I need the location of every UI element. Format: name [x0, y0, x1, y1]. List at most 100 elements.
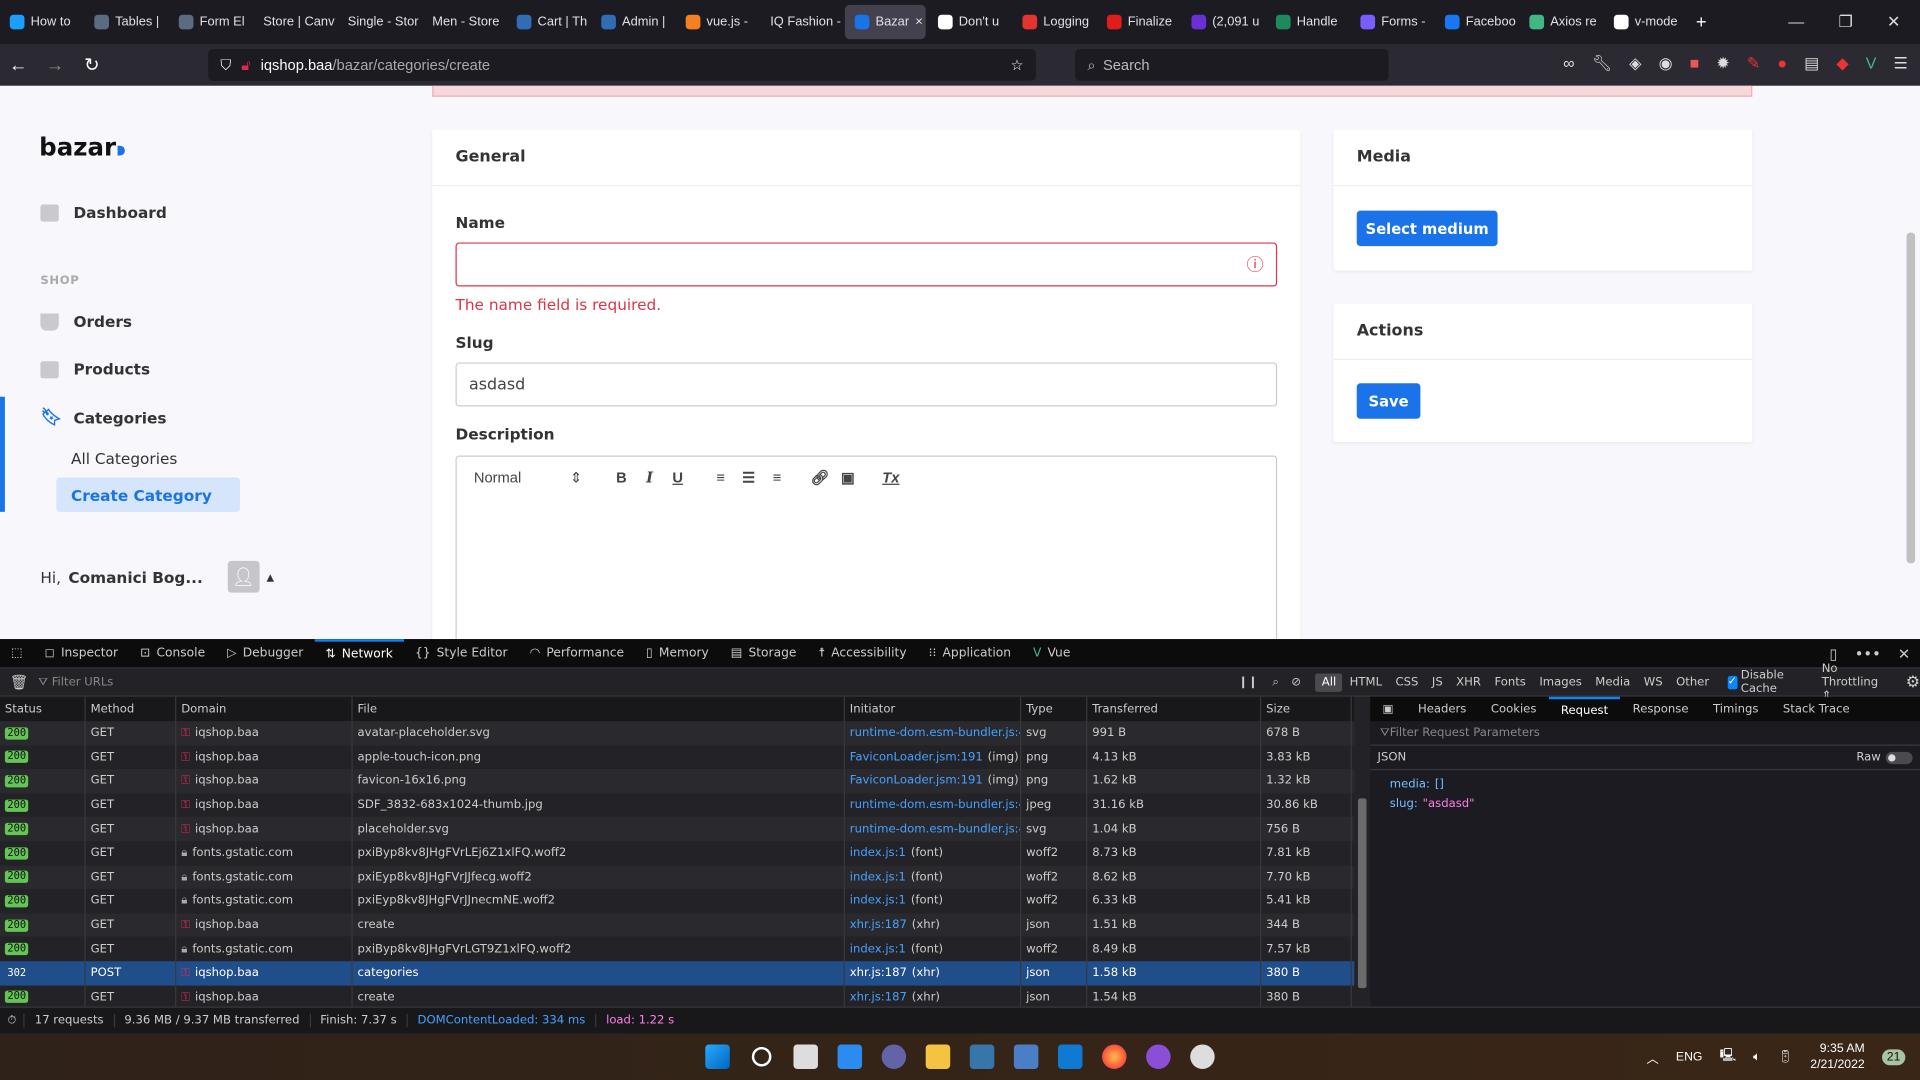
battery-icon[interactable]: 🔋︎ — [1778, 1050, 1794, 1063]
details-tab-response[interactable]: Response — [1620, 697, 1700, 721]
firefox-icon[interactable] — [1102, 1044, 1127, 1069]
devtools-tab-accessibility[interactable]: ☨ Accessibility — [807, 639, 917, 668]
github-desktop-icon[interactable] — [1146, 1044, 1171, 1069]
table-row[interactable]: 200 GET ⚿ iqshop.baa avatar-placeholder.svg r… — [0, 721, 1355, 746]
browser-tab[interactable]: Forms - — [1351, 5, 1433, 39]
browser-tab[interactable]: Single - Stor — [338, 5, 420, 39]
italic-icon[interactable]: I — [636, 469, 664, 486]
details-tab-cookies[interactable]: Cookies — [1479, 697, 1549, 721]
devtools-tab-memory[interactable]: ▯ Memory — [635, 639, 720, 668]
sidebar-item-orders[interactable]: Orders — [40, 312, 132, 331]
table-row[interactable]: 200 GET ⚿ iqshop.baa apple-touch-icon.png Fav… — [0, 745, 1355, 770]
element-picker-icon[interactable]: ⬚ — [0, 639, 34, 668]
image-icon[interactable]: ▣ — [834, 469, 862, 486]
browser-tab[interactable]: Faceboo — [1435, 5, 1517, 39]
disable-cache-checkbox[interactable]: ✓ Disable Cache — [1727, 669, 1800, 696]
table-row[interactable]: 200 GET 🔒︎ fonts.gstatic.com pxiEyp8kv8JHgFV… — [0, 889, 1355, 914]
details-tab-request[interactable]: Request — [1548, 696, 1621, 721]
browser-tab[interactable]: Store | Canv — [253, 5, 335, 39]
file-explorer-icon[interactable] — [925, 1044, 951, 1069]
filter-xhr[interactable]: XHR — [1450, 673, 1487, 691]
filter-all[interactable]: All — [1315, 672, 1343, 692]
devtools-tab-debugger[interactable]: ▷ Debugger — [216, 639, 314, 668]
extension-icon[interactable]: ● — [1777, 54, 1787, 74]
block-icon[interactable]: ⊘ — [1291, 675, 1301, 688]
pocket-icon[interactable]: ◈ — [1629, 54, 1641, 74]
avatar[interactable]: 👤︎ — [227, 560, 260, 593]
table-row[interactable]: 200 GET ⚿ iqshop.baa create xhr.js:187 (xhr) js… — [0, 913, 1355, 938]
table-row[interactable]: 200 GET ⚿ iqshop.baa SDF_3832-683x1024-thumb… — [0, 793, 1355, 818]
raw-toggle[interactable] — [1885, 751, 1913, 764]
browser-tab[interactable]: Cart | Th — [507, 5, 589, 39]
new-tab-button[interactable]: + — [1696, 12, 1707, 33]
notification-badge[interactable]: 21 — [1881, 1048, 1906, 1065]
pause-icon[interactable]: ❙❙ — [1238, 675, 1257, 688]
browser-tab[interactable]: Bazar × — [844, 4, 926, 40]
bold-icon[interactable]: B — [607, 469, 635, 486]
column-header-domain[interactable]: Domain — [176, 696, 353, 722]
filter-images[interactable]: Images — [1533, 673, 1588, 691]
network-icon[interactable]: 🖳︎ — [1720, 1046, 1736, 1067]
devtools-tab-performance[interactable]: ◠ Performance — [519, 639, 635, 668]
description-editor[interactable]: Normal ⇕ BIU ≡ ☰ ≡ 🔗︎ ▣ Tx — [455, 455, 1278, 640]
browser-tab[interactable]: Don't u — [928, 5, 1010, 39]
forward-icon[interactable]: → — [37, 54, 74, 75]
toggle-sidebar-icon[interactable]: ▣ — [1370, 697, 1405, 721]
ordered-list-icon[interactable]: ≡ — [707, 469, 735, 486]
reload-icon[interactable]: ↻ — [73, 54, 110, 76]
browser-tab[interactable]: Tables | — [84, 5, 166, 39]
details-tab-headers[interactable]: Headers — [1406, 697, 1479, 721]
save-button[interactable]: Save — [1356, 383, 1421, 419]
align-icon[interactable]: ≡ — [763, 469, 791, 486]
details-tab-stack-trace[interactable]: Stack Trace — [1771, 697, 1862, 721]
trash-icon[interactable]: 🗑︎ — [0, 673, 38, 690]
bullet-list-icon[interactable]: ☰ — [735, 469, 763, 486]
initiator-link[interactable]: xhr.js:187 — [850, 966, 907, 979]
caret-up-icon[interactable]: ▲ — [266, 571, 274, 582]
clock[interactable]: 9:35 AM 2/21/2022 — [1810, 1041, 1864, 1073]
filter-js[interactable]: JS — [1426, 673, 1449, 691]
column-header-method[interactable]: Method — [86, 696, 177, 722]
column-header-initiator[interactable]: Initiator — [845, 696, 1022, 722]
dock-icon[interactable]: ▯ — [1830, 645, 1838, 662]
table-row[interactable]: 200 GET ⚿ iqshop.baa placeholder.svg runtime-… — [0, 817, 1355, 842]
minimize-icon[interactable]: — — [1788, 12, 1804, 32]
initiator-link[interactable]: index.js:1 — [850, 870, 906, 883]
column-header-file[interactable]: File — [353, 696, 845, 722]
table-row[interactable]: 200 GET 🔒︎ fonts.gstatic.com pxiEyp8kv8JHgFV… — [0, 865, 1355, 890]
sidebar-item-categories[interactable]: 🔖︎ Categories — [40, 408, 166, 428]
link-icon[interactable]: 🔗︎ — [806, 469, 834, 486]
shield-icon[interactable]: ⛉ — [220, 56, 231, 74]
chevron-up-icon[interactable]: ︿ — [1647, 1048, 1659, 1065]
extension-icon[interactable]: ◆ — [1836, 54, 1848, 74]
python-icon[interactable] — [969, 1044, 995, 1069]
language-indicator[interactable]: ENG — [1676, 1050, 1703, 1063]
sidebar-item-products[interactable]: Products — [40, 360, 150, 378]
extension-icon[interactable]: ■ — [1690, 54, 1700, 74]
initiator-link[interactable]: runtime-dom.esm-bundler.js:4... — [850, 798, 1020, 811]
browser-tab[interactable]: Logging — [1013, 5, 1095, 39]
close-window-icon[interactable]: ✕ — [1887, 12, 1900, 32]
devtools-tab-application[interactable]: ⁝⁝ Application — [918, 639, 1022, 668]
browser-tab[interactable]: IQ Fashion - — [760, 5, 842, 39]
volume-icon[interactable]: 🔈︎ — [1753, 1050, 1760, 1063]
devtools-tab-network[interactable]: ⇅ Network — [314, 638, 404, 668]
bookmark-star-icon[interactable]: ☆ — [1010, 56, 1023, 73]
underline-icon[interactable]: U — [664, 469, 692, 486]
initiator-link[interactable]: index.js:1 — [850, 894, 906, 907]
browser-tab[interactable]: Form El — [169, 5, 251, 39]
more-icon[interactable]: ••• — [1855, 645, 1881, 662]
widgets-icon[interactable] — [837, 1044, 863, 1069]
windows-start-icon[interactable] — [705, 1044, 730, 1069]
filter-other[interactable]: Other — [1670, 673, 1715, 691]
browser-tab[interactable]: Finalize — [1097, 5, 1179, 39]
browser-tab[interactable]: How to — [0, 5, 82, 39]
initiator-link[interactable]: FaviconLoader.jsm:191 — [850, 774, 983, 787]
table-scrollbar[interactable] — [1357, 798, 1367, 989]
browser-tab[interactable]: v-mode — [1604, 5, 1686, 39]
url-bar[interactable]: ⛉ 🔓︎ iqshop.baa/bazar/categories/create ☆ — [208, 48, 1036, 81]
filter-ws[interactable]: WS — [1638, 673, 1669, 691]
slug-input[interactable]: asdasd — [455, 362, 1278, 407]
teams-icon[interactable] — [881, 1044, 907, 1069]
initiator-link[interactable]: runtime-dom.esm-bundler.js:4... — [850, 822, 1020, 835]
